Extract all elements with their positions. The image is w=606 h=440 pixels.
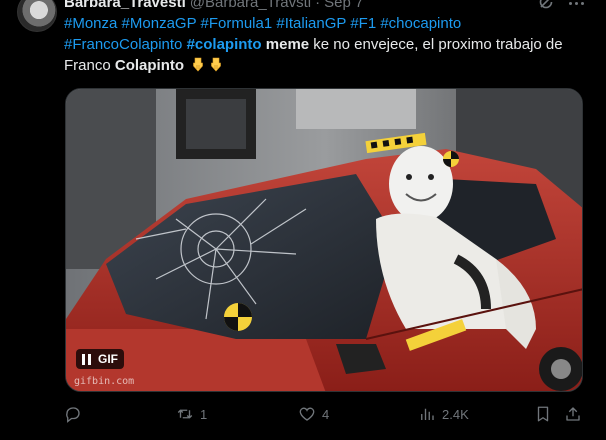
pause-icon[interactable]: [82, 353, 92, 365]
watermark: gifbin.com: [74, 376, 135, 387]
bold-word: Colapinto: [114, 57, 185, 74]
bookmark-icon: [537, 406, 549, 422]
retweet-count: 1: [200, 406, 208, 422]
hashtag-link[interactable]: #ItalianGP: [276, 15, 346, 32]
crash-target-icon: [224, 303, 252, 331]
gif-badge[interactable]: GIF: [76, 349, 124, 369]
author-display-name[interactable]: Barbara_Travesti: [64, 0, 186, 11]
author-handle[interactable]: @Barbara_Travsti: [190, 0, 311, 11]
hashtag-link[interactable]: #FrancoColapinto: [64, 36, 182, 53]
header-separator: ·: [315, 0, 321, 11]
views-button[interactable]: 2.4K: [418, 402, 469, 426]
heart-icon: [299, 407, 315, 421]
share-button[interactable]: [564, 402, 582, 426]
gif-media[interactable]: GIF gifbin.com: [65, 88, 583, 392]
tweet-actions: 1 4 2.4K: [64, 402, 584, 426]
hashtag-link[interactable]: #chocapinto: [380, 15, 461, 32]
tweet-line-3: Franco Colapinto: [64, 55, 594, 76]
hashtag-link[interactable]: #F1: [350, 15, 376, 32]
bookmark-button[interactable]: [534, 402, 552, 426]
tweet-line-1: #Monza #MonzaGP #Formula1 #ItalianGP #F1…: [64, 13, 594, 34]
reply-button[interactable]: [64, 402, 88, 426]
hashtag-link[interactable]: #colapinto: [187, 36, 262, 53]
avatar[interactable]: [17, 0, 57, 32]
retweet-icon: [177, 409, 193, 419]
bold-word: meme: [265, 36, 310, 53]
more-icon[interactable]: [566, 0, 586, 10]
tweet-line-2: #FrancoColapinto #colapinto meme ke no e…: [64, 34, 594, 55]
tweet-date[interactable]: Sep 7: [324, 0, 363, 11]
pointing-down-emoji-icon: [211, 57, 221, 72]
tweet-body-text: Franco: [64, 57, 111, 74]
hashtag-link[interactable]: #Monza: [64, 15, 117, 32]
gif-label: GIF: [98, 352, 118, 366]
view-count: 2.4K: [442, 406, 469, 422]
tweet-text: #Monza #MonzaGP #Formula1 #ItalianGP #F1…: [64, 13, 594, 76]
pointing-down-emoji-icon: [193, 57, 203, 72]
crash-test-image: [66, 89, 582, 391]
tweet-header: Barbara_Travesti @Barbara_Travsti · Sep …: [64, 0, 363, 11]
retweet-button[interactable]: 1: [176, 402, 207, 426]
like-button[interactable]: 4: [298, 402, 329, 426]
hashtag-link[interactable]: #Formula1: [200, 15, 272, 32]
share-icon: [566, 407, 580, 421]
tweet-body-text: ke no envejece, el proximo trabajo de: [313, 36, 563, 53]
hashtag-link[interactable]: #MonzaGP: [122, 15, 197, 32]
reply-icon: [66, 407, 80, 423]
grok-icon[interactable]: [538, 0, 554, 10]
like-count: 4: [322, 406, 330, 422]
views-icon: [421, 408, 434, 420]
